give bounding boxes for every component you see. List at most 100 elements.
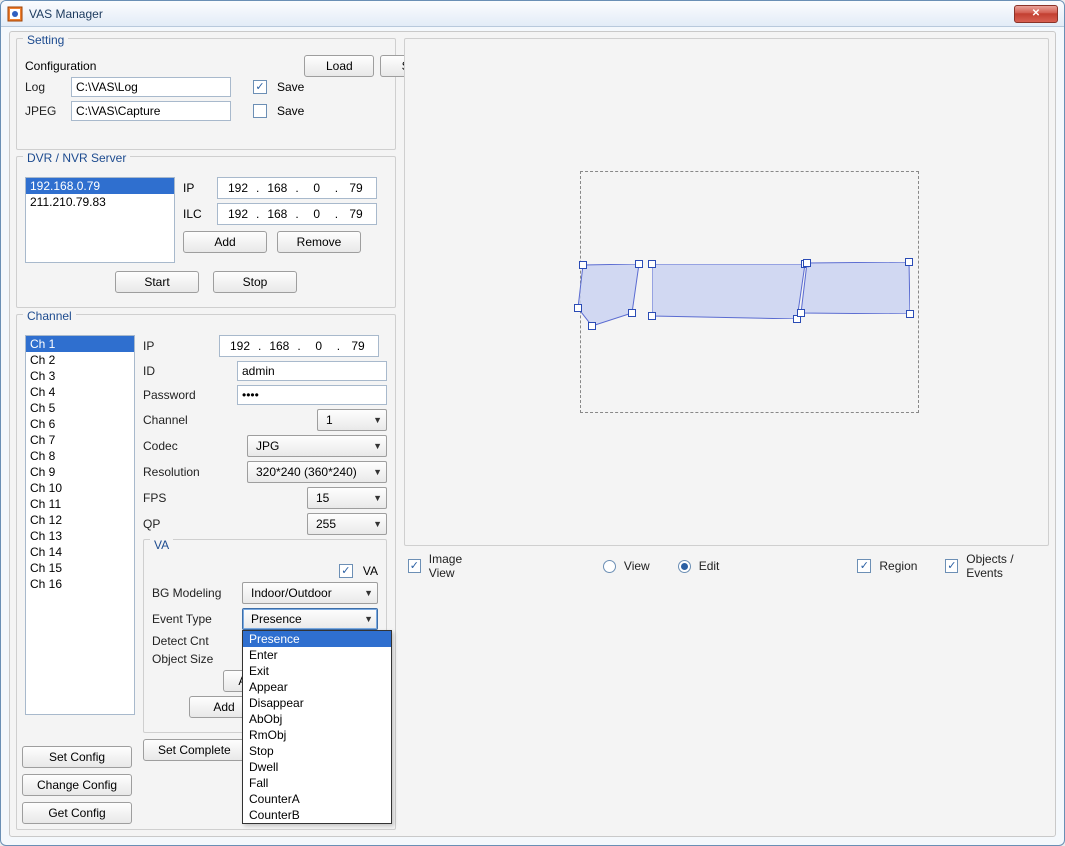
region-polygon[interactable] [652,264,805,319]
get-config-button[interactable]: Get Config [22,802,132,824]
polygon-handle[interactable] [803,259,811,267]
server-ip-input[interactable]: . . . [217,177,377,199]
load-button[interactable]: Load [304,55,374,77]
eventtype-option[interactable]: CounterA [243,791,391,807]
eventtype-select[interactable]: Presence▼ [242,608,378,630]
eventtype-option[interactable]: AbObj [243,711,391,727]
image-view-checkbox[interactable] [408,559,421,573]
mode-view-radio[interactable] [603,560,616,573]
app-icon [7,6,23,22]
va-checkbox[interactable] [339,564,353,578]
channel-id-label: ID [143,364,213,378]
setting-group-title: Setting [23,33,68,47]
detectcnt-label: Detect Cnt [152,634,236,648]
channel-number-label: Channel [143,413,213,427]
list-item[interactable]: Ch 2 [26,352,134,368]
log-save-label: Save [277,80,304,94]
jpeg-label: JPEG [25,104,65,118]
qp-label: QP [143,517,213,531]
eventtype-option[interactable]: Fall [243,775,391,791]
channel-list[interactable]: Ch 1Ch 2Ch 3Ch 4Ch 5Ch 6Ch 7Ch 8Ch 9Ch 1… [25,335,135,715]
list-item[interactable]: Ch 10 [26,480,134,496]
eventtype-option[interactable]: Enter [243,647,391,663]
jpeg-path-input[interactable] [71,101,231,121]
polygon-handle[interactable] [797,309,805,317]
region-canvas[interactable] [413,47,1040,537]
server-stop-button[interactable]: Stop [213,271,297,293]
polygon-handle[interactable] [906,310,914,318]
list-item[interactable]: Ch 14 [26,544,134,560]
server-start-button[interactable]: Start [115,271,199,293]
eventtype-option[interactable]: Exit [243,663,391,679]
server-group-title: DVR / NVR Server [23,151,130,165]
eventtype-option[interactable]: Stop [243,743,391,759]
channel-password-input[interactable] [237,385,387,405]
list-item[interactable]: Ch 11 [26,496,134,512]
eventtype-option[interactable]: Disappear [243,695,391,711]
fps-select[interactable]: 15▼ [307,487,387,509]
qp-select[interactable]: 255▼ [307,513,387,535]
eventtype-label: Event Type [152,612,236,626]
eventtype-option[interactable]: CounterB [243,807,391,823]
objectsize-label: Object Size [152,652,236,666]
region-polygon[interactable] [801,262,910,314]
log-path-input[interactable] [71,77,231,97]
polygon-handle[interactable] [635,260,643,268]
region-checkbox[interactable] [857,559,871,573]
polygon-handle[interactable] [648,260,656,268]
polygon-handle[interactable] [905,258,913,266]
server-ilc-label: ILC [183,207,211,221]
image-view-label: Image View [429,552,485,580]
region-label: Region [879,559,917,573]
list-item[interactable]: Ch 9 [26,464,134,480]
list-item[interactable]: Ch 5 [26,400,134,416]
list-item[interactable]: 211.210.79.83 [26,194,174,210]
resolution-select[interactable]: 320*240 (360*240)▼ [247,461,387,483]
list-item[interactable]: 192.168.0.79 [26,178,174,194]
channel-ip-input[interactable]: . . . [219,335,379,357]
polygon-handle[interactable] [579,261,587,269]
channel-number-select[interactable]: 1▼ [317,409,387,431]
list-item[interactable]: Ch 1 [26,336,134,352]
eventtype-option[interactable]: Presence [243,631,391,647]
resolution-label: Resolution [143,465,213,479]
mode-edit-radio[interactable] [678,560,691,573]
server-remove-button[interactable]: Remove [277,231,361,253]
jpeg-save-checkbox[interactable] [253,104,267,118]
channel-id-input[interactable] [237,361,387,381]
objects-events-checkbox[interactable] [945,559,958,573]
set-config-button[interactable]: Set Config [22,746,132,768]
window-close-button[interactable]: ✕ [1014,5,1058,23]
list-item[interactable]: Ch 4 [26,384,134,400]
bgmodeling-label: BG Modeling [152,586,236,600]
server-ilc-input[interactable]: . . . [217,203,377,225]
set-complete-button[interactable]: Set Complete [143,739,246,761]
change-config-button[interactable]: Change Config [22,774,132,796]
eventtype-option[interactable]: Dwell [243,759,391,775]
eventtype-dropdown[interactable]: PresenceEnterExitAppearDisappearAbObjRmO… [242,630,392,824]
server-ip-label: IP [183,181,211,195]
codec-select[interactable]: JPG▼ [247,435,387,457]
codec-label: Codec [143,439,213,453]
list-item[interactable]: Ch 7 [26,432,134,448]
list-item[interactable]: Ch 8 [26,448,134,464]
list-item[interactable]: Ch 6 [26,416,134,432]
eventtype-option[interactable]: RmObj [243,727,391,743]
polygon-handle[interactable] [588,322,596,330]
server-add-button[interactable]: Add [183,231,267,253]
polygon-handle[interactable] [574,304,582,312]
objects-events-label: Objects / Events [966,552,1045,580]
polygon-handle[interactable] [628,309,636,317]
list-item[interactable]: Ch 15 [26,560,134,576]
mode-edit-label: Edit [699,559,720,573]
log-label: Log [25,80,65,94]
list-item[interactable]: Ch 3 [26,368,134,384]
bgmodeling-select[interactable]: Indoor/Outdoor▼ [242,582,378,604]
polygon-handle[interactable] [648,312,656,320]
list-item[interactable]: Ch 13 [26,528,134,544]
log-save-checkbox[interactable] [253,80,267,94]
server-list[interactable]: 192.168.0.79211.210.79.83 [25,177,175,263]
list-item[interactable]: Ch 12 [26,512,134,528]
eventtype-option[interactable]: Appear [243,679,391,695]
list-item[interactable]: Ch 16 [26,576,134,592]
